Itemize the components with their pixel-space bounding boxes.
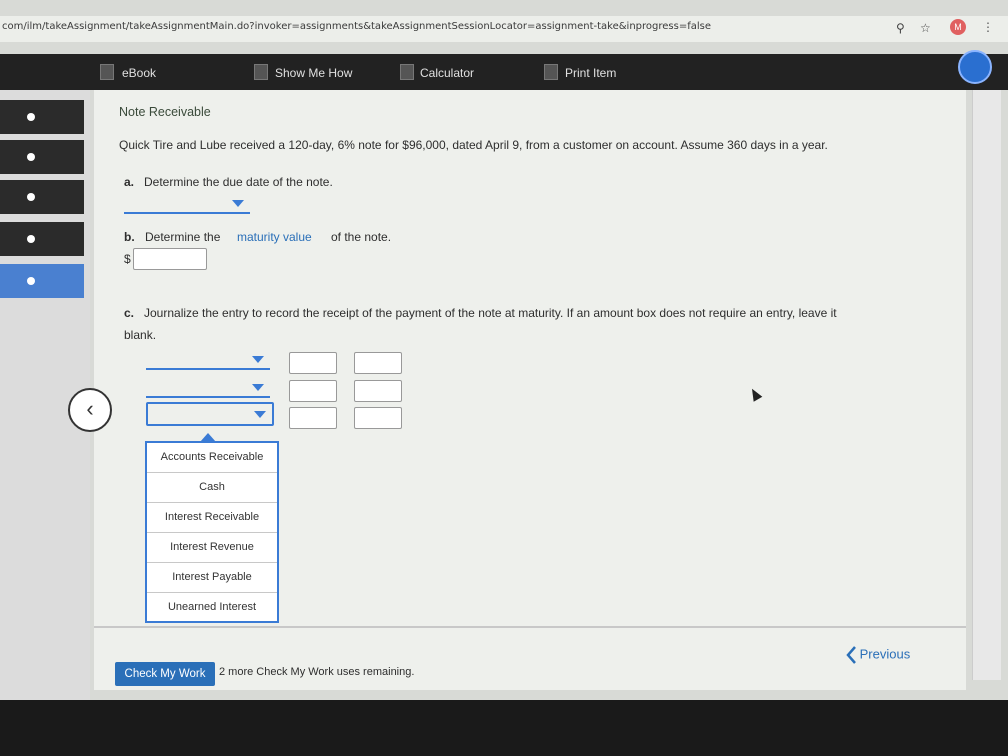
caret-down-icon: [252, 356, 264, 363]
option-interest-revenue[interactable]: Interest Revenue: [147, 533, 277, 563]
part-c-text-line2: blank.: [124, 328, 157, 342]
chevron-left-icon: ‹: [86, 396, 94, 421]
option-unearned-interest[interactable]: Unearned Interest: [147, 593, 277, 622]
ebook-icon: [100, 64, 114, 80]
help-button[interactable]: [958, 50, 992, 84]
zoom-icon[interactable]: ⚲: [896, 21, 905, 35]
debit-amount-1[interactable]: [289, 352, 337, 374]
check-my-work-button[interactable]: Check My Work: [115, 662, 215, 686]
nav-item-2[interactable]: [0, 140, 84, 174]
problem-statement: Quick Tire and Lube received a 120-day, …: [119, 138, 828, 152]
print-icon: [544, 64, 558, 80]
nav-dot-icon: [27, 235, 35, 243]
nav-dot-icon: [27, 153, 35, 161]
show-me-how-icon: [254, 64, 268, 80]
nav-item-4[interactable]: [0, 222, 84, 256]
nav-dot-icon: [27, 277, 35, 285]
problem-title: Note Receivable: [119, 105, 211, 119]
scrollbar[interactable]: [972, 90, 1001, 680]
assignment-toolbar: eBook Show Me How Calculator Print Item: [0, 54, 1008, 90]
nav-item-1[interactable]: [0, 100, 84, 134]
remaining-uses-text: 2 more Check My Work uses remaining.: [219, 666, 415, 678]
debit-amount-2[interactable]: [289, 380, 337, 402]
part-b-text-after: of the note.: [331, 230, 392, 244]
screen: com/ilm/takeAssignment/takeAssignmentMai…: [0, 0, 1008, 700]
option-interest-receivable[interactable]: Interest Receivable: [147, 503, 277, 533]
caret-down-icon: [232, 200, 244, 207]
journal-account-dropdown-3[interactable]: [146, 402, 274, 426]
url-text[interactable]: com/ilm/takeAssignment/takeAssignmentMai…: [2, 21, 711, 32]
nav-item-5-active[interactable]: [0, 264, 84, 298]
journal-account-dropdown-1[interactable]: [146, 352, 270, 370]
profile-avatar[interactable]: M: [950, 19, 966, 35]
caret-down-icon: [254, 411, 266, 418]
debit-amount-3[interactable]: [289, 407, 337, 429]
part-a-text: Determine the due date of the note.: [144, 175, 333, 189]
option-accounts-receivable[interactable]: Accounts Receivable: [147, 443, 277, 473]
journal-account-dropdown-2[interactable]: [146, 380, 270, 398]
part-c-text-line1: Journalize the entry to record the recei…: [144, 306, 837, 320]
option-interest-payable[interactable]: Interest Payable: [147, 563, 277, 593]
show-me-how-button[interactable]: Show Me How: [275, 66, 352, 80]
bookmark-star-icon[interactable]: ☆: [920, 21, 931, 35]
nav-item-3[interactable]: [0, 180, 84, 214]
maturity-value-link[interactable]: maturity value: [237, 230, 312, 244]
account-options-list[interactable]: Accounts Receivable Cash Interest Receiv…: [145, 441, 279, 623]
previous-label: Previous: [859, 646, 911, 662]
browser-menu-icon[interactable]: ⋮: [982, 20, 994, 34]
previous-button[interactable]: Previous: [846, 646, 910, 664]
calculator-button[interactable]: Calculator: [420, 66, 474, 80]
maturity-value-input[interactable]: [133, 248, 207, 270]
browser-address-bar[interactable]: com/ilm/takeAssignment/takeAssignmentMai…: [0, 16, 1008, 42]
due-date-dropdown[interactable]: [124, 196, 250, 214]
footer-divider: [94, 626, 966, 628]
part-b-text-before: Determine the: [145, 230, 221, 244]
part-b-label: b.: [124, 230, 135, 244]
print-item-button[interactable]: Print Item: [565, 66, 616, 80]
option-cash[interactable]: Cash: [147, 473, 277, 503]
credit-amount-1[interactable]: [354, 352, 402, 374]
currency-symbol: $: [124, 252, 131, 266]
credit-amount-2[interactable]: [354, 380, 402, 402]
chevron-left-icon: [846, 646, 856, 664]
caret-down-icon: [252, 384, 264, 391]
calculator-icon: [400, 64, 414, 80]
nav-dot-icon: [27, 193, 35, 201]
nav-dot-icon: [27, 113, 35, 121]
ebook-button[interactable]: eBook: [122, 66, 156, 80]
collapse-sidebar-button[interactable]: ‹: [68, 388, 112, 432]
part-c-label: c.: [124, 306, 135, 320]
credit-amount-3[interactable]: [354, 407, 402, 429]
part-a-label: a.: [124, 175, 135, 189]
